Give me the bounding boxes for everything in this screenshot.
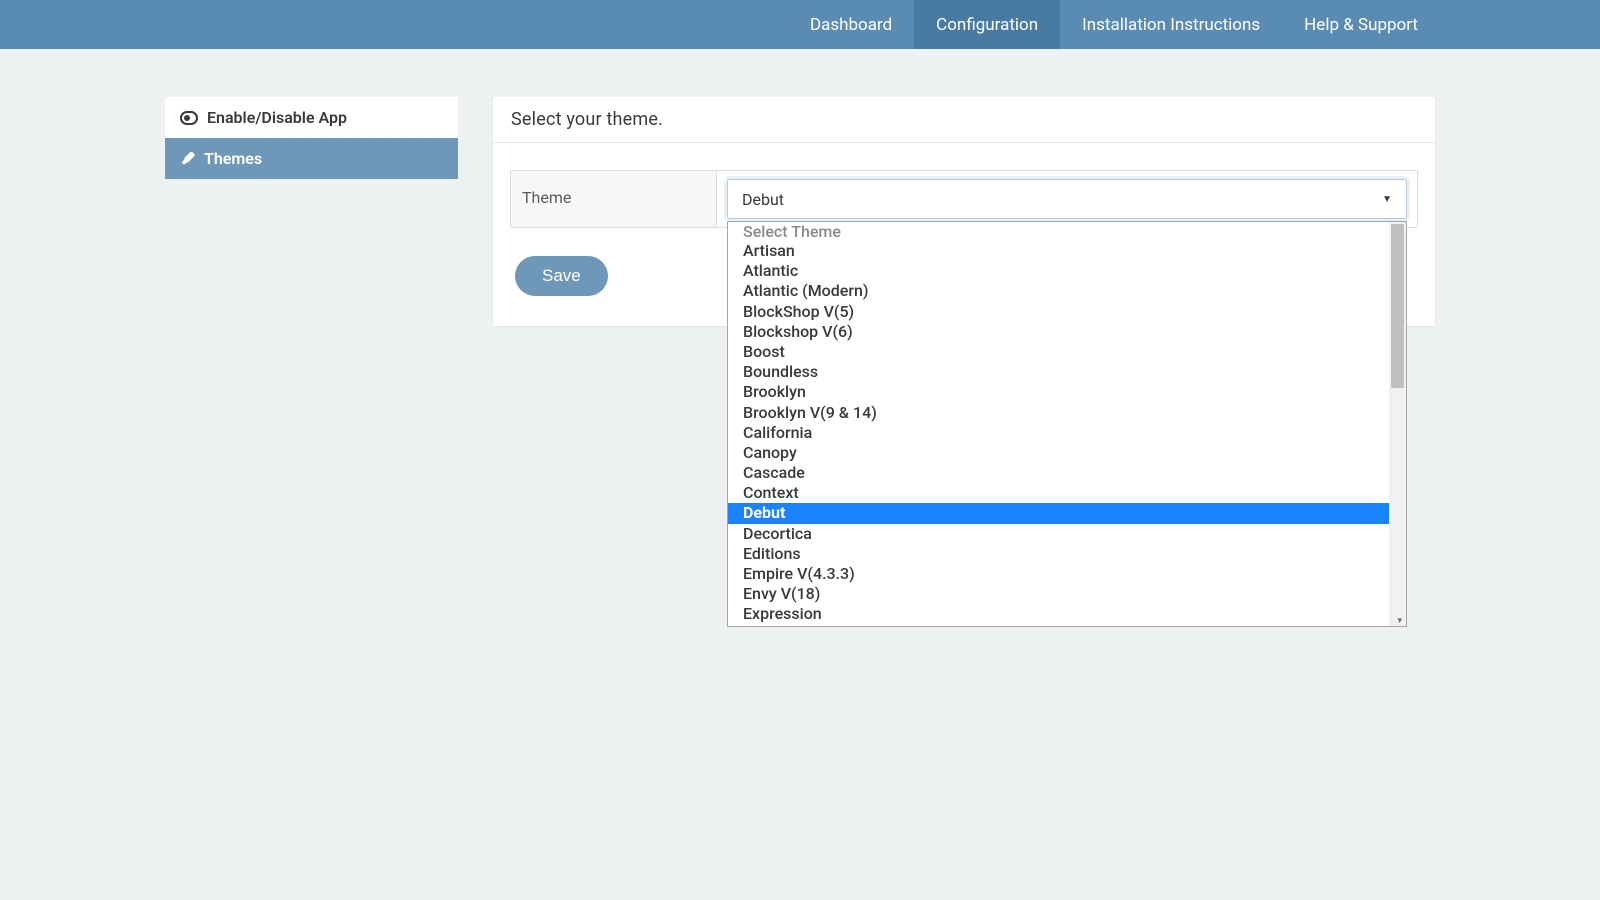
theme-input-wrap: Debut ▼ Select Theme Artisan Atlantic At… xyxy=(717,171,1417,227)
sidebar: Enable/Disable App Themes xyxy=(165,97,458,326)
theme-dropdown: Select Theme Artisan Atlantic Atlantic (… xyxy=(727,221,1407,627)
scrollbar-track[interactable]: ▴ ▾ xyxy=(1389,222,1406,626)
dropdown-option[interactable]: Boundless xyxy=(728,362,1406,382)
dropdown-option[interactable]: Artisan xyxy=(728,241,1406,261)
top-nav: Dashboard Configuration Installation Ins… xyxy=(0,0,1600,49)
theme-form-row: Theme Debut ▼ Select Theme Artisan Atlan… xyxy=(510,170,1418,228)
dropdown-option-placeholder[interactable]: Select Theme xyxy=(728,222,1406,241)
sidebar-item-enable-disable[interactable]: Enable/Disable App xyxy=(165,97,458,138)
dropdown-option[interactable]: Brooklyn xyxy=(728,382,1406,402)
dropdown-option[interactable]: Expression xyxy=(728,604,1406,624)
theme-select-value: Debut xyxy=(742,190,784,209)
main-panel: Select your theme. Theme Debut ▼ Select … xyxy=(493,97,1435,326)
dropdown-option[interactable]: BlockShop V(5) xyxy=(728,302,1406,322)
scroll-down-icon[interactable]: ▾ xyxy=(1397,616,1402,626)
nav-help-support[interactable]: Help & Support xyxy=(1282,0,1440,49)
toggle-icon xyxy=(180,111,198,125)
dropdown-option[interactable]: Atlantic xyxy=(728,261,1406,281)
theme-field-label: Theme xyxy=(511,171,717,227)
dropdown-option[interactable]: California xyxy=(728,423,1406,443)
dropdown-option[interactable]: Boost xyxy=(728,342,1406,362)
panel-body: Theme Debut ▼ Select Theme Artisan Atlan… xyxy=(493,143,1435,326)
dropdown-option[interactable]: Empire V(4.3.3) xyxy=(728,564,1406,584)
dropdown-option[interactable]: Decortica xyxy=(728,524,1406,544)
dropdown-option[interactable]: Envy V(18) xyxy=(728,584,1406,604)
theme-dropdown-inner: Select Theme Artisan Atlantic Atlantic (… xyxy=(728,222,1406,626)
sidebar-item-label: Themes xyxy=(204,149,262,168)
dropdown-option[interactable]: Blockshop V(6) xyxy=(728,322,1406,342)
dropdown-option[interactable]: Atlantic (Modern) xyxy=(728,281,1406,301)
dropdown-option[interactable]: Context xyxy=(728,483,1406,503)
theme-select[interactable]: Debut ▼ xyxy=(727,179,1407,219)
content-area: Enable/Disable App Themes Select your th… xyxy=(0,49,1600,326)
nav-dashboard[interactable]: Dashboard xyxy=(788,0,914,49)
sidebar-item-themes[interactable]: Themes xyxy=(165,138,458,179)
dropdown-option[interactable]: Cascade xyxy=(728,463,1406,483)
dropdown-option[interactable]: Editions xyxy=(728,544,1406,564)
brush-icon xyxy=(180,151,195,166)
scrollbar-thumb[interactable] xyxy=(1391,224,1404,388)
panel-title: Select your theme. xyxy=(493,97,1435,143)
nav-configuration[interactable]: Configuration xyxy=(914,0,1060,49)
chevron-down-icon: ▼ xyxy=(1382,194,1392,205)
save-button[interactable]: Save xyxy=(515,256,608,296)
dropdown-option[interactable]: Canopy xyxy=(728,443,1406,463)
dropdown-option[interactable]: Brooklyn V(9 & 14) xyxy=(728,403,1406,423)
nav-installation-instructions[interactable]: Installation Instructions xyxy=(1060,0,1282,49)
sidebar-item-label: Enable/Disable App xyxy=(207,108,347,127)
dropdown-option-selected[interactable]: Debut xyxy=(728,503,1406,523)
